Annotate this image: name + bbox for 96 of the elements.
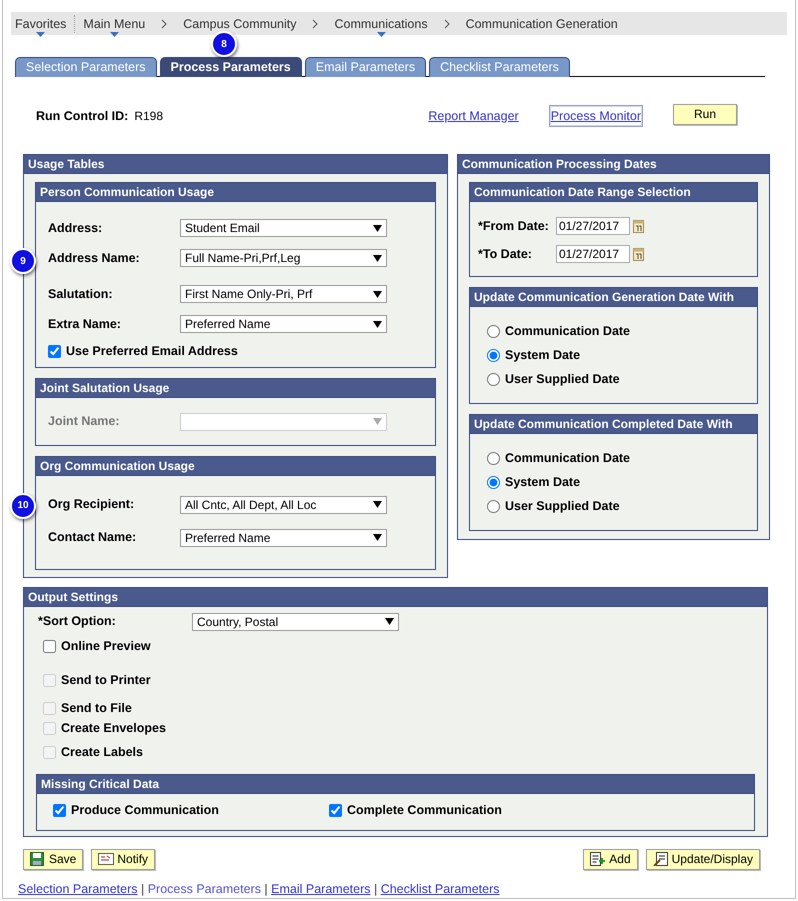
section-header: Update Communication Generation Date With	[470, 288, 757, 307]
date-field[interactable]: 01/27/2017	[556, 217, 630, 235]
dropdown-field[interactable]: Preferred Name	[180, 315, 387, 333]
radio-label: System Date	[505, 474, 580, 491]
dropdown-icon[interactable]	[110, 32, 119, 36]
caret-icon	[385, 617, 394, 626]
callout-marker: 8	[211, 31, 237, 57]
checkbox-label: Produce Communication	[71, 802, 219, 819]
document-pen-icon	[652, 852, 669, 866]
footer-link[interactable]: Email Parameters	[271, 882, 370, 896]
separator: |	[263, 882, 269, 896]
field-label: Address Name:	[47, 250, 141, 267]
notepad-icon	[98, 852, 114, 866]
separator: |	[140, 882, 146, 896]
dropdown-field[interactable]: Student Email	[180, 219, 387, 237]
dropdown-field[interactable]: Full Name-Pri,Prf,Leg	[180, 249, 387, 267]
toolbar-button[interactable]: Update/Display	[646, 848, 760, 870]
radio-label: User Supplied Date	[505, 370, 620, 388]
callout-marker: 9	[10, 248, 36, 274]
toolbar-button[interactable]: Notify	[91, 848, 156, 870]
checkbox[interactable]	[329, 804, 342, 817]
date-field[interactable]: 01/27/2017	[556, 245, 630, 263]
caret-icon	[373, 254, 382, 262]
radio-button[interactable]	[487, 348, 500, 362]
section-header: Missing Critical Data	[37, 774, 754, 794]
caret-icon	[373, 290, 382, 298]
dropdown-field[interactable]: First Name Only-Pri, Prf	[180, 285, 387, 303]
section-header: Person Communication Usage	[36, 183, 435, 202]
field-label: *Sort Option:	[37, 613, 117, 630]
chevron-icon	[161, 18, 168, 28]
breadcrumb-item[interactable]: Communication Generation	[464, 10, 620, 36]
panel-header: Output Settings	[24, 588, 767, 607]
radio-label: User Supplied Date	[505, 498, 620, 515]
section-header: Joint Salutation Usage	[36, 378, 435, 398]
caret-icon	[373, 417, 382, 426]
dropdown-field[interactable]: Country, Postal	[192, 612, 399, 631]
section-header: Org Communication Usage	[36, 456, 435, 476]
field-label: Joint Name:	[47, 413, 121, 430]
caret-icon	[373, 224, 382, 232]
checkbox-label: Create Labels	[61, 744, 143, 762]
document-plus-icon	[590, 852, 606, 866]
separator: |	[372, 882, 378, 896]
radio-button[interactable]	[487, 372, 500, 386]
breadcrumb-item[interactable]: Communications	[332, 10, 430, 36]
checkbox-label: Send to Printer	[61, 672, 151, 690]
callout-marker: 10	[10, 492, 36, 519]
checkbox[interactable]	[43, 640, 56, 654]
link[interactable]: Report Manager	[428, 106, 519, 126]
tab[interactable]: Process Parameters	[160, 57, 302, 77]
calendar-icon[interactable]	[633, 247, 644, 261]
footer-link[interactable]: Selection Parameters	[18, 882, 138, 896]
dropdown-field[interactable]: All Cntc, All Dept, All Loc	[180, 496, 387, 514]
section-header: Communication Date Range Selection	[470, 183, 757, 202]
radio-button[interactable]	[487, 324, 500, 338]
save-button[interactable]: Save	[23, 848, 84, 870]
radio-label: System Date	[505, 346, 580, 364]
panel-header: Communication Processing Dates	[458, 155, 769, 174]
panel-header: Usage Tables	[24, 155, 447, 174]
caret-icon	[373, 500, 382, 510]
breadcrumb-item[interactable]: Main Menu	[81, 10, 148, 36]
run-button[interactable]: Run	[673, 104, 737, 124]
caret-icon	[373, 533, 382, 542]
dropdown-icon[interactable]	[36, 32, 46, 36]
checkbox-label: Create Envelopes	[61, 720, 166, 738]
field-value: R198	[134, 108, 164, 125]
section-header: Update Communication Completed Date With	[470, 415, 757, 434]
field-label: Address:	[47, 220, 104, 237]
field-label: Run Control ID:	[36, 108, 128, 125]
calendar-icon[interactable]	[633, 219, 644, 233]
checkbox[interactable]	[48, 344, 61, 358]
footer-link[interactable]: Checklist Parameters	[380, 882, 500, 896]
field-label: Org Recipient:	[47, 496, 136, 514]
breadcrumb-item[interactable]: Favorites	[13, 10, 68, 36]
field-label: *To Date:	[477, 246, 533, 263]
footer-text: Process Parameters	[148, 882, 261, 896]
radio-label: Communication Date	[505, 322, 630, 340]
dropdown-icon[interactable]	[376, 32, 386, 36]
radio-button[interactable]	[487, 452, 500, 464]
field-label: *From Date:	[477, 218, 550, 235]
radio-button[interactable]	[487, 476, 500, 488]
dropdown-field[interactable]: Preferred Name	[180, 528, 387, 547]
chevron-icon	[312, 18, 318, 28]
field-label: Salutation:	[47, 286, 114, 303]
checkbox-label: Online Preview	[61, 638, 151, 656]
field-label: Extra Name:	[47, 316, 122, 333]
checkbox-label: Send to File	[61, 700, 132, 718]
chevron-icon	[444, 18, 450, 28]
link[interactable]: Process Monitor	[550, 106, 641, 126]
checkbox-label: Use Preferred Email Address	[66, 343, 238, 360]
checkbox[interactable]	[53, 804, 66, 817]
toolbar-button[interactable]: Add	[583, 848, 638, 870]
caret-icon	[373, 320, 382, 328]
radio-label: Communication Date	[505, 450, 630, 467]
checkbox-label: Complete Communication	[347, 802, 502, 819]
field-label: Contact Name:	[47, 529, 138, 546]
radio-button[interactable]	[487, 500, 500, 512]
